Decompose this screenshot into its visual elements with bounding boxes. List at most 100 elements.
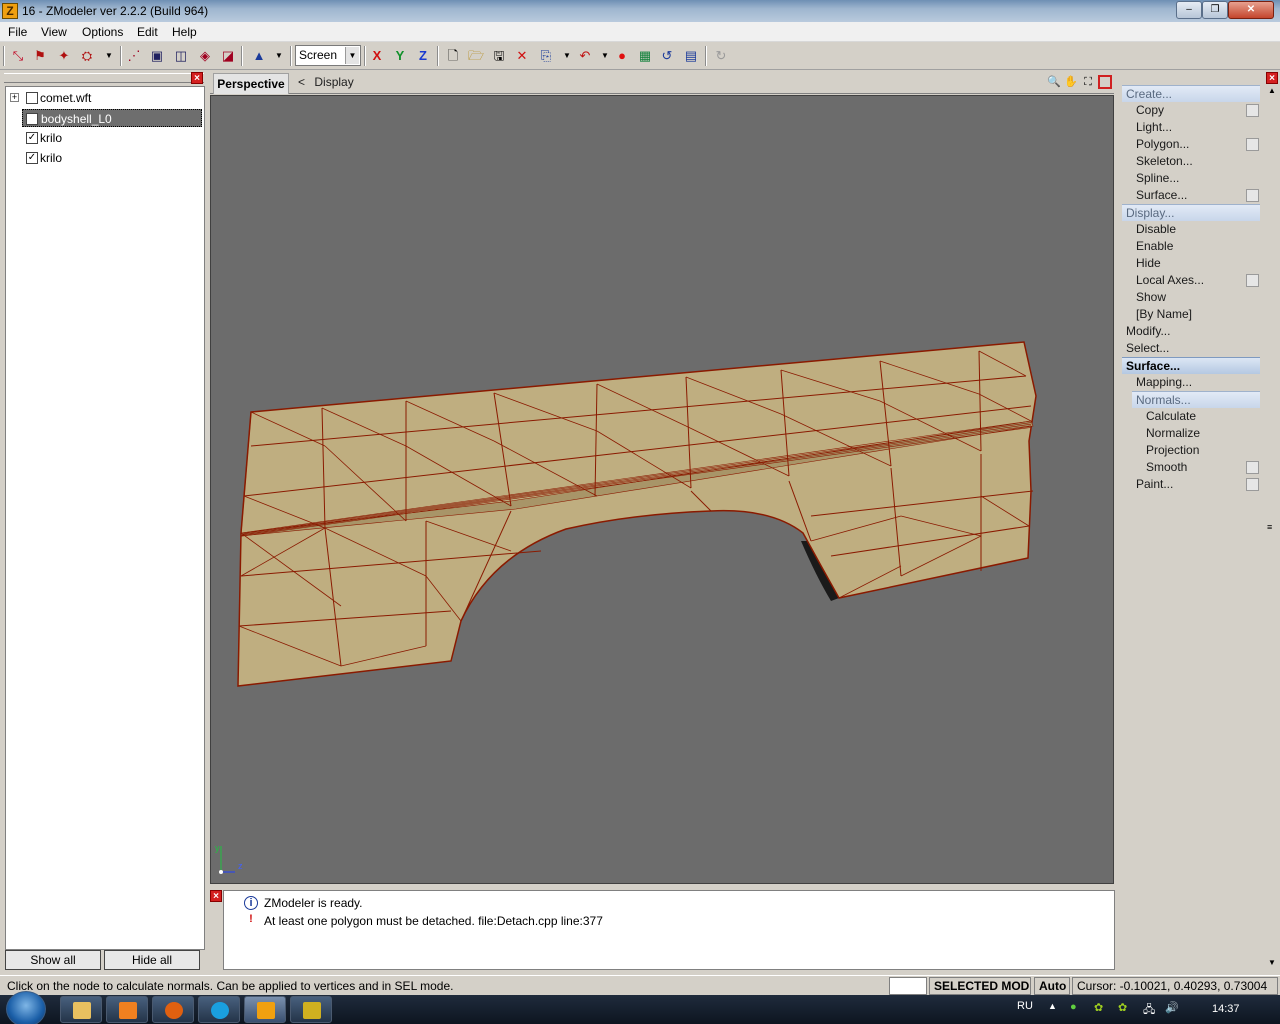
close-icon[interactable]: × xyxy=(1266,72,1278,84)
select-vertex-icon[interactable]: ⤡ xyxy=(9,47,27,65)
menu-edit[interactable]: Edit xyxy=(137,25,158,39)
status-mode[interactable]: SELECTED MODE xyxy=(929,977,1031,995)
scroll-up-icon[interactable]: ▲ xyxy=(1268,86,1276,95)
show-all-button[interactable]: Show all xyxy=(5,950,101,970)
zoom-icon[interactable]: 🔍 xyxy=(1047,75,1061,89)
select-bone-icon[interactable]: ✦ xyxy=(55,47,73,65)
volume-icon[interactable]: 🔊 xyxy=(1165,1001,1179,1014)
command-skeleton[interactable]: Skeleton... xyxy=(1122,153,1260,170)
command-local-axes[interactable]: Local Axes... xyxy=(1122,272,1260,289)
command-show[interactable]: Show xyxy=(1122,289,1260,306)
command-options-checkbox[interactable] xyxy=(1246,461,1259,474)
breadcrumb[interactable]: < Display xyxy=(298,75,354,89)
command-create[interactable]: Create... xyxy=(1122,85,1260,102)
expand-icon[interactable]: + xyxy=(10,93,19,102)
close-icon[interactable]: × xyxy=(191,72,203,84)
status-auto[interactable]: Auto xyxy=(1034,977,1070,995)
dropdown-arrow-icon[interactable]: ▼ xyxy=(558,47,576,65)
language-indicator[interactable]: RU xyxy=(1017,1000,1033,1012)
edge-mode-icon[interactable]: ▣ xyxy=(148,47,166,65)
minimize-button[interactable]: ‒ xyxy=(1176,1,1202,19)
axis-x-toggle[interactable]: X xyxy=(368,47,386,65)
undo-history-icon[interactable]: ↶ xyxy=(576,47,594,65)
command-light[interactable]: Light... xyxy=(1122,119,1260,136)
show-hidden-icons-icon[interactable]: ▲ xyxy=(1048,1001,1057,1011)
dropdown-arrow-icon[interactable]: ▼ xyxy=(100,47,118,65)
tray-app-icon[interactable]: ✿ xyxy=(1118,1001,1127,1014)
command-enable[interactable]: Enable xyxy=(1122,238,1260,255)
command-select[interactable]: Select... xyxy=(1122,340,1260,357)
axis-z-toggle[interactable]: Z xyxy=(414,47,432,65)
menu-view[interactable]: View xyxy=(41,25,67,39)
axis-y-toggle[interactable]: Y xyxy=(391,47,409,65)
menu-file[interactable]: File xyxy=(8,25,27,39)
command-spline[interactable]: Spline... xyxy=(1122,170,1260,187)
command-mapping[interactable]: Mapping... xyxy=(1122,374,1260,391)
tab-perspective[interactable]: Perspective xyxy=(213,73,289,94)
mesh-mode-icon[interactable]: ◪ xyxy=(219,47,237,65)
select-pivot-icon[interactable]: ⚑ xyxy=(31,47,49,65)
vertex-mode-icon[interactable]: ⋰ xyxy=(125,47,143,65)
undo-icon[interactable]: ↺ xyxy=(658,47,676,65)
maximize-viewport-icon[interactable] xyxy=(1098,75,1112,89)
command-disable[interactable]: Disable xyxy=(1122,221,1260,238)
tree-node-comet[interactable]: + comet.wft xyxy=(6,89,202,107)
command-options-checkbox[interactable] xyxy=(1246,104,1259,117)
visibility-checkbox[interactable] xyxy=(26,113,38,125)
notes-icon[interactable]: ▤ xyxy=(682,47,700,65)
network-icon[interactable]: 🖧 xyxy=(1143,1001,1155,1020)
command-polygon[interactable]: Polygon... xyxy=(1122,136,1260,153)
taskbar-firefox[interactable] xyxy=(152,996,194,1023)
chevron-down-icon[interactable]: ▼ xyxy=(345,47,359,64)
close-button[interactable]: ✕ xyxy=(1228,1,1274,19)
select-object-icon[interactable]: ⛭ xyxy=(78,47,96,65)
visibility-checkbox[interactable]: ✓ xyxy=(26,132,38,144)
tree-node-krilo[interactable]: ✓ krilo xyxy=(6,129,202,147)
visibility-checkbox[interactable]: ✓ xyxy=(26,152,38,164)
command-smooth[interactable]: Smooth xyxy=(1122,459,1260,476)
polygon-mode-icon[interactable]: ◫ xyxy=(172,47,190,65)
delete-icon[interactable]: ✕ xyxy=(513,47,531,65)
command-copy[interactable]: Copy xyxy=(1122,102,1260,119)
hide-all-button[interactable]: Hide all xyxy=(104,950,200,970)
tray-app-icon[interactable]: ● xyxy=(1070,1001,1077,1013)
3d-viewport[interactable]: y z xyxy=(210,95,1114,884)
coordinate-system-select[interactable]: Screen ▼ xyxy=(295,45,361,66)
taskbar-app[interactable] xyxy=(290,996,332,1023)
zoom-extents-icon[interactable]: ⛶ xyxy=(1081,75,1095,89)
command-options-checkbox[interactable] xyxy=(1246,189,1259,202)
breadcrumb-display[interactable]: Display xyxy=(314,75,353,89)
material-editor-icon[interactable]: ▦ xyxy=(636,47,654,65)
command-options-checkbox[interactable] xyxy=(1246,478,1259,491)
command-normals[interactable]: Normals... xyxy=(1132,391,1260,408)
start-button[interactable] xyxy=(6,991,46,1024)
command-surface[interactable]: Surface... xyxy=(1122,357,1260,374)
command-calculate[interactable]: Calculate xyxy=(1122,408,1260,425)
new-file-icon[interactable]: 🗋 xyxy=(444,47,462,65)
taskbar-zmodeler[interactable] xyxy=(244,996,286,1023)
close-icon[interactable]: × xyxy=(210,890,222,902)
object-mode-icon[interactable]: ◈ xyxy=(196,47,214,65)
command-surface[interactable]: Surface... xyxy=(1122,187,1260,204)
clock[interactable]: 14:37 xyxy=(1212,1003,1240,1015)
breadcrumb-back[interactable]: < xyxy=(298,75,305,89)
menu-help[interactable]: Help xyxy=(172,25,197,39)
render-mode-icon[interactable]: ▲ xyxy=(250,47,268,65)
command-normalize[interactable]: Normalize xyxy=(1122,425,1260,442)
scroll-down-icon[interactable]: ▼ xyxy=(1268,958,1276,967)
open-folder-icon[interactable]: 🗁 xyxy=(467,47,485,65)
command-modify[interactable]: Modify... xyxy=(1122,323,1260,340)
tree-node-bodyshell[interactable]: bodyshell_L0 xyxy=(22,109,202,127)
taskbar-skype[interactable] xyxy=(198,996,240,1023)
taskbar-media-player[interactable] xyxy=(106,996,148,1023)
command-options-checkbox[interactable] xyxy=(1246,274,1259,287)
record-icon[interactable]: ● xyxy=(613,47,631,65)
maximize-button[interactable]: ❐ xyxy=(1202,1,1228,19)
import-icon[interactable]: ⎘ xyxy=(537,47,555,65)
menu-options[interactable]: Options xyxy=(82,25,123,39)
command-display[interactable]: Display... xyxy=(1122,204,1260,221)
command-panel-scrollbar[interactable]: ▲ ≡ ▼ xyxy=(1266,86,1278,972)
tree-node-krilo[interactable]: ✓ krilo xyxy=(6,149,202,167)
save-icon[interactable]: 🖫 xyxy=(490,47,508,65)
dropdown-arrow-icon[interactable]: ▼ xyxy=(270,47,288,65)
